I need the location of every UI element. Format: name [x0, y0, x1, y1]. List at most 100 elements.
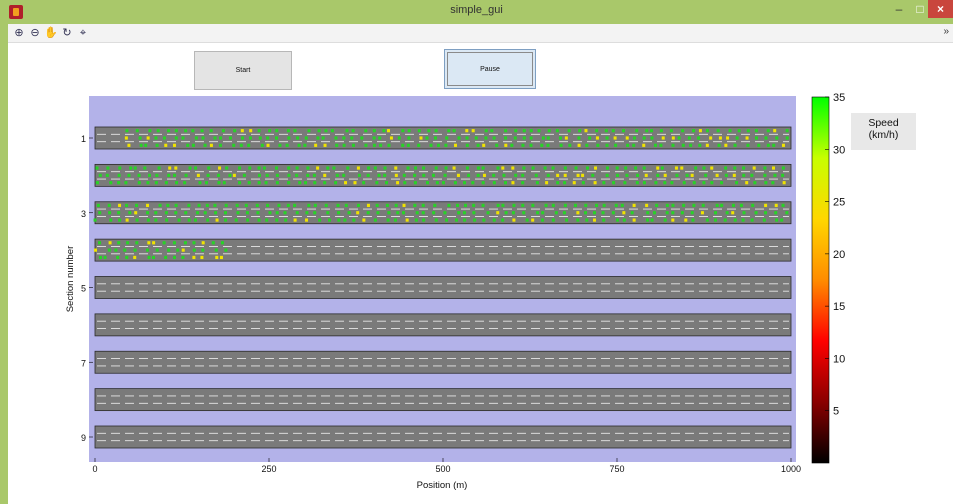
vehicle-marker — [615, 166, 619, 170]
vehicle-marker — [413, 203, 417, 208]
vehicle-marker — [724, 173, 728, 177]
vehicle-marker — [737, 129, 741, 133]
vehicle-marker — [215, 218, 219, 222]
vehicle-marker — [715, 203, 719, 208]
vehicle-marker — [154, 211, 158, 215]
vehicle-marker — [724, 166, 728, 170]
vehicle-marker — [671, 203, 675, 208]
vehicle-marker — [663, 173, 667, 177]
vehicle-marker — [720, 181, 724, 185]
vehicle-marker — [211, 241, 215, 245]
vehicle-marker — [275, 136, 279, 140]
x-tick-label: 0 — [92, 464, 97, 474]
vehicle-marker — [427, 129, 431, 133]
vehicle-marker — [193, 218, 197, 222]
vehicle-marker — [545, 181, 549, 185]
vehicle-marker — [717, 143, 721, 147]
vehicle-marker — [724, 143, 728, 147]
vehicle-marker — [228, 136, 232, 140]
vehicle-marker — [298, 181, 302, 185]
vehicle-marker — [376, 211, 380, 215]
vehicle-marker — [139, 143, 143, 147]
vehicle-marker — [372, 129, 376, 133]
vehicle-marker — [144, 143, 148, 147]
vehicle-marker — [107, 248, 111, 252]
vehicle-marker — [293, 129, 297, 133]
vehicle-marker — [397, 136, 401, 140]
vehicle-marker — [710, 181, 714, 185]
vehicle-marker — [257, 166, 261, 170]
vehicle-marker — [324, 129, 328, 133]
vehicle-marker — [605, 166, 609, 170]
vehicle-marker — [200, 255, 204, 260]
vehicle-marker — [245, 211, 249, 215]
vehicle-marker — [697, 136, 701, 140]
vehicle-marker — [107, 203, 111, 208]
vehicle-marker — [563, 166, 567, 170]
vehicle-marker — [124, 181, 128, 185]
vehicle-marker — [766, 129, 770, 133]
vehicle-marker — [682, 181, 686, 185]
vehicle-marker — [135, 241, 139, 245]
vehicle-marker — [377, 173, 381, 177]
vehicle-marker — [197, 203, 201, 208]
vehicle-marker — [492, 173, 496, 177]
vehicle-marker — [457, 136, 461, 140]
vehicle-marker — [219, 255, 223, 260]
vehicle-marker — [504, 136, 508, 140]
vehicle-marker — [595, 203, 599, 208]
vehicle-marker — [444, 166, 448, 170]
vehicle-marker — [681, 129, 685, 133]
vehicle-marker — [602, 203, 606, 208]
vehicle-marker — [213, 136, 217, 140]
vehicle-marker — [543, 166, 547, 170]
vehicle-marker — [343, 218, 347, 222]
vehicle-marker — [645, 129, 649, 133]
vehicle-marker — [710, 166, 714, 170]
vehicle-marker — [183, 241, 187, 245]
vehicle-marker — [655, 203, 659, 208]
vehicle-marker — [785, 136, 789, 140]
vehicle-marker — [177, 218, 181, 222]
vehicle-marker — [287, 173, 291, 177]
vehicle-marker — [465, 136, 469, 140]
vehicle-marker — [434, 129, 438, 133]
vehicle-marker — [595, 136, 599, 140]
vehicle-marker — [157, 166, 161, 170]
vehicle-marker — [98, 255, 102, 260]
y-tick-label: 3 — [81, 209, 86, 219]
vehicle-marker — [174, 211, 178, 215]
vehicle-marker — [565, 218, 569, 222]
vehicle-marker — [407, 136, 411, 140]
vehicle-marker — [521, 143, 525, 147]
vehicle-marker — [614, 143, 618, 147]
vehicle-marker — [564, 136, 568, 140]
vehicle-marker — [642, 181, 646, 185]
vehicle-marker — [330, 129, 334, 133]
vehicle-marker — [522, 136, 526, 140]
vehicle-marker — [634, 166, 638, 170]
vehicle-marker — [671, 211, 675, 215]
vehicle-marker — [650, 129, 654, 133]
vehicle-marker — [277, 203, 281, 208]
vehicle-marker — [249, 129, 253, 133]
vehicle-marker — [501, 166, 505, 170]
vehicle-marker — [155, 173, 159, 177]
vehicle-marker — [201, 241, 205, 245]
vehicle-marker — [342, 173, 346, 177]
vehicle-marker — [147, 241, 151, 245]
road-section-5 — [94, 276, 792, 299]
vehicle-marker — [572, 181, 576, 185]
vehicle-marker — [698, 143, 702, 147]
vehicle-marker — [387, 211, 391, 215]
vehicle-marker — [332, 166, 336, 170]
vehicle-marker — [626, 143, 630, 147]
vehicle-marker — [295, 166, 299, 170]
vehicle-marker — [238, 166, 242, 170]
vehicle-marker — [646, 211, 650, 215]
vehicle-marker — [503, 181, 507, 185]
vehicle-marker — [472, 203, 476, 208]
vehicle-marker — [733, 143, 737, 147]
vehicle-marker — [567, 129, 571, 133]
vehicle-marker — [585, 218, 589, 222]
